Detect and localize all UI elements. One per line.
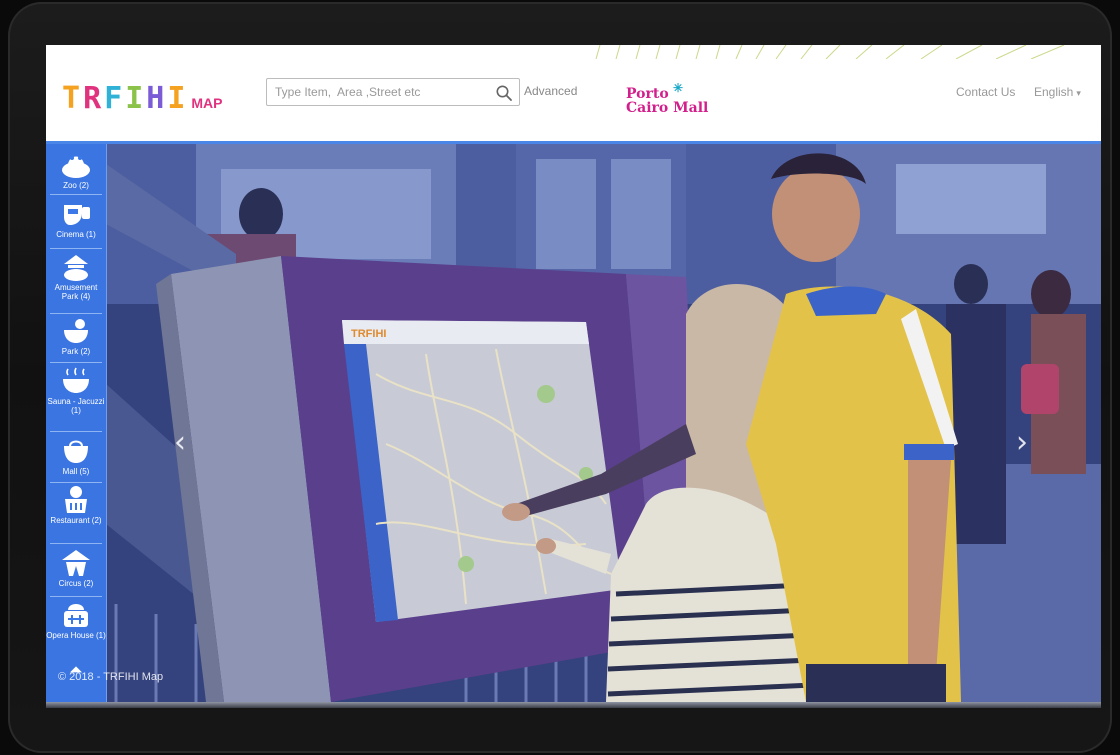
logo-letter: H	[146, 81, 168, 116]
sidebar-divider	[50, 482, 102, 483]
circus-icon	[62, 550, 90, 576]
contact-us-link[interactable]: Contact Us	[956, 85, 1015, 99]
sidebar-item-opera-house[interactable]: Opera House (1)	[46, 600, 106, 640]
sidebar-item-cinema[interactable]: Cinema (1)	[46, 199, 106, 239]
sidebar-divider	[50, 431, 102, 432]
chevron-right-icon[interactable]: ›	[1016, 425, 1028, 460]
sidebar-item-sauna-jacuzzi[interactable]: Sauna - Jacuzzi (1)	[46, 366, 106, 415]
search-field	[266, 78, 520, 106]
restaurant-icon	[65, 486, 87, 513]
sidebar-item-mall[interactable]: Mall (5)	[46, 436, 106, 476]
sidebar-divider	[50, 362, 102, 363]
zoo-icon	[62, 156, 90, 178]
sidebar-divider	[50, 194, 102, 195]
sidebar-item-label: Opera House (1)	[46, 631, 106, 640]
trfihi-logo[interactable]: TRFIHI MAP	[62, 81, 223, 116]
logo-map-suffix: MAP	[191, 95, 223, 111]
opera-house-icon	[64, 604, 88, 627]
caret-down-icon: ▾	[1076, 88, 1081, 98]
kiosk-photo-illustration: TRFIHI	[46, 144, 1101, 702]
logo-letter: T	[62, 81, 84, 116]
logo-letter: I	[125, 81, 147, 116]
copyright-notice: © 2018 - TRFIHI Map	[58, 671, 164, 683]
sidebar-divider	[50, 596, 102, 597]
park-icon	[64, 319, 88, 343]
sidebar-item-label: Amusement Park (4)	[54, 283, 98, 301]
language-label: English	[1034, 85, 1074, 99]
sidebar-item-label: Restaurant (2)	[50, 516, 102, 525]
app-screen: TRFIHI MAP Advanced Porto Cairo Mall ✳ C…	[46, 45, 1101, 702]
sidebar-item-label: Park (2)	[61, 347, 91, 356]
sidebar-item-label: Zoo (2)	[63, 181, 89, 190]
search-icon[interactable]	[495, 84, 513, 102]
partner-logo-line2: Cairo Mall	[626, 100, 709, 116]
category-sidebar: Zoo (2) Cinema (1) Amusement Park (4) Pa…	[46, 144, 107, 702]
hero-photo-slide: TRFIHI	[46, 144, 1101, 702]
porto-cairo-mall-logo: Porto Cairo Mall ✳	[626, 81, 709, 116]
sidebar-item-label: Circus (2)	[58, 579, 94, 588]
logo-letter: R	[83, 81, 105, 116]
sidebar-item-park[interactable]: Park (2)	[46, 316, 106, 356]
sidebar-divider	[50, 313, 102, 314]
screen-edge-reflection	[46, 702, 1101, 708]
logo-letter: I	[167, 81, 189, 116]
cinema-icon	[64, 205, 90, 225]
sidebar-item-label: Mall (5)	[62, 467, 90, 476]
mall-icon	[64, 440, 88, 463]
sidebar-item-circus[interactable]: Circus (2)	[46, 548, 106, 588]
language-dropdown[interactable]: English ▾	[1034, 85, 1081, 99]
sidebar-item-label: Sauna - Jacuzzi (1)	[47, 397, 105, 415]
chevron-left-icon[interactable]: ‹	[174, 425, 186, 460]
advanced-search-link[interactable]: Advanced	[524, 84, 577, 98]
logo-wordmark: TRFIHI	[62, 81, 188, 116]
partner-star-icon: ✳	[673, 81, 684, 95]
top-header: TRFIHI MAP Advanced Porto Cairo Mall ✳ C…	[46, 45, 1101, 144]
sauna-icon	[63, 367, 89, 393]
sidebar-divider	[50, 543, 102, 544]
amusement-park-icon	[64, 255, 88, 281]
sidebar-item-zoo[interactable]: Zoo (2)	[46, 150, 106, 190]
decorative-lines	[595, 45, 1065, 59]
sidebar-item-amusement-park[interactable]: Amusement Park (4)	[46, 252, 106, 301]
partner-logo-line1: Porto	[626, 86, 669, 102]
sidebar-divider	[50, 248, 102, 249]
kiosk-screen-logo: TRFIHI	[351, 328, 386, 340]
sidebar-item-label: Cinema (1)	[56, 230, 96, 239]
logo-letter: F	[104, 81, 126, 116]
search-input[interactable]	[267, 79, 505, 105]
sidebar-item-restaurant[interactable]: Restaurant (2)	[46, 485, 106, 525]
